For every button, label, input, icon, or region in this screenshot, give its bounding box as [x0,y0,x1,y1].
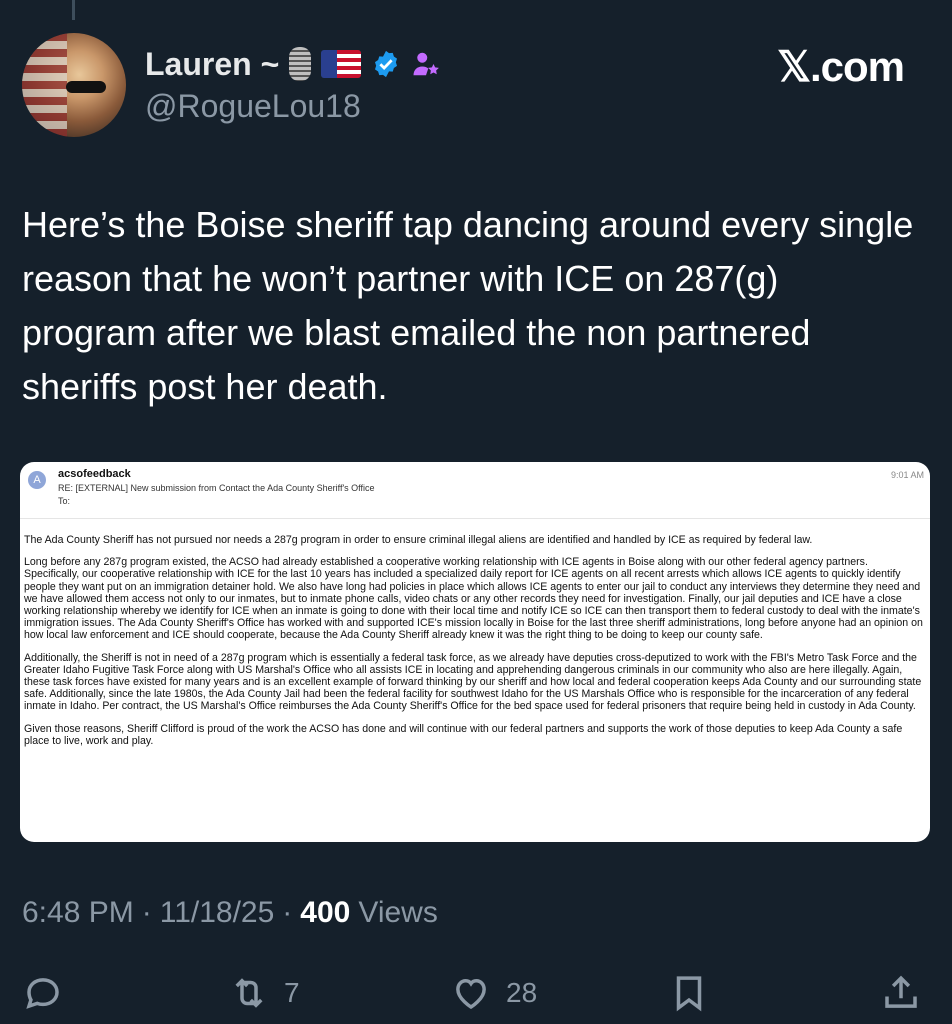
like-count: 28 [506,977,538,1008]
email-paragraph: The Ada County Sheriff has not pursued n… [24,534,813,546]
retweet-button[interactable]: 7 [228,972,300,1014]
tweet-metadata: 6:48 PM · 11/18/25 · 400 Views [22,896,438,930]
views-label: Views [358,896,438,929]
email-subject: RE: [EXTERNAL] New submission from Conta… [58,483,375,493]
avatar-flag-background [22,33,67,137]
user-handle[interactable]: @RogueLou18 [145,88,361,125]
email-time: 9:01 AM [890,470,924,480]
thread-connector-line [72,0,75,20]
avatar[interactable] [22,33,126,137]
retweet-count: 7 [284,977,300,1008]
action-bar: 7 28 [0,962,952,1022]
tweet-text: Here’s the Boise sheriff tap dancing aro… [22,204,914,407]
share-icon [885,975,917,1008]
x-brand-logo: 𝕏.com [777,43,905,90]
tweet-time[interactable]: 6:48 PM [22,896,134,930]
share-button[interactable] [880,972,922,1014]
verified-badge-icon[interactable] [371,49,401,79]
email-screenshot-image[interactable]: A acsofeedback RE: [EXTERNAL] New submis… [20,462,930,842]
views-count: 400 [300,896,351,929]
meta-separator: · [141,896,152,929]
email-paragraph: Additionally, the Sheriff is not in need… [24,651,922,713]
avatar-sunglasses [66,81,106,93]
email-sender-avatar: A [28,471,46,489]
microphone-icon [289,47,312,81]
person-star-icon [413,52,440,76]
meta-separator: · [282,896,293,929]
email-sender: acsofeedback [58,468,131,480]
email-divider [20,518,930,519]
retweet-icon [235,978,263,1008]
email-paragraph: Given those reasons, Sheriff Clifford is… [24,722,903,747]
reply-icon [26,978,59,1009]
bookmark-icon [676,976,702,1012]
email-paragraph: Long before any 287g program existed, th… [24,556,923,642]
email-body: The Ada County Sheriff has not pursued n… [24,534,924,757]
email-to-line: To: [58,496,71,506]
us-flag-icon [321,50,362,78]
display-name[interactable]: Lauren ~ [145,46,279,83]
author-name-row: Lauren ~ [145,42,441,86]
bookmark-button[interactable] [668,972,710,1014]
heart-icon [456,978,486,1010]
reply-button[interactable] [22,972,64,1014]
tweet-date[interactable]: 11/18/25 [160,896,275,930]
like-button[interactable]: 28 [450,972,537,1014]
